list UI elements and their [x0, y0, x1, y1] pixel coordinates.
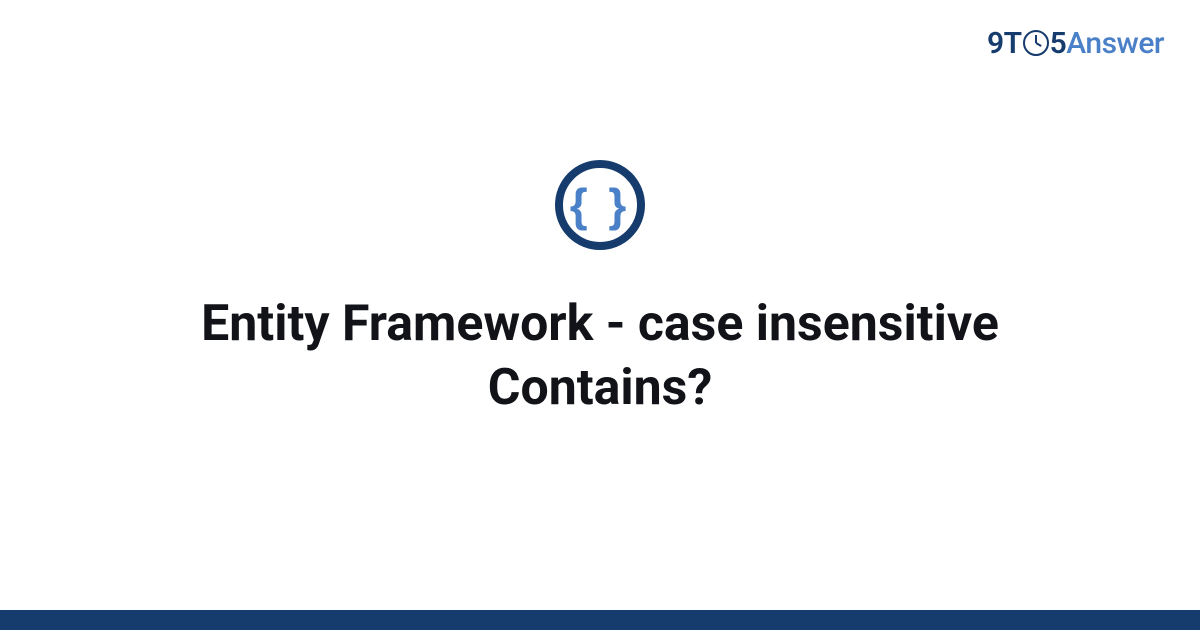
braces-glyph: { }: [570, 182, 631, 228]
site-brand: 9T 5Answer: [987, 26, 1164, 61]
clock-icon: [1023, 30, 1049, 56]
brand-middle: 5: [1050, 26, 1067, 61]
main-content: { } Entity Framework - case insensitive …: [0, 160, 1200, 420]
footer-bar: [0, 610, 1200, 630]
brand-suffix: Answer: [1066, 26, 1164, 61]
code-braces-icon: { }: [555, 160, 645, 250]
brand-prefix: 9T: [987, 26, 1022, 61]
page-title: Entity Framework - case insensitive Cont…: [150, 292, 1050, 420]
